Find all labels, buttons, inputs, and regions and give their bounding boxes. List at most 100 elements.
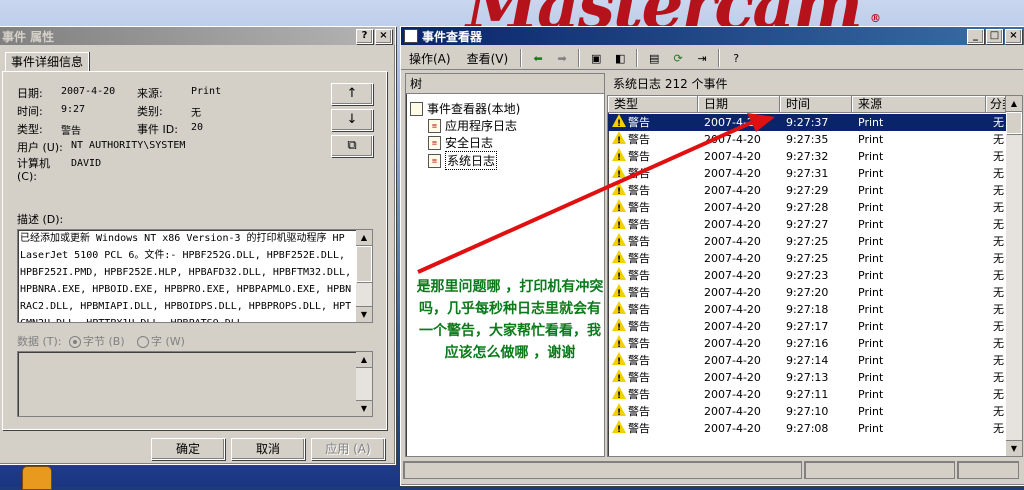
- table-row[interactable]: 警告 2007-4-20 9:27:25 Print 无: [608, 250, 1006, 269]
- table-row[interactable]: 警告 2007-4-20 9:27:17 Print 无: [608, 318, 1006, 337]
- minimize-button[interactable]: _: [967, 28, 984, 44]
- column-header-category[interactable]: 分类: [986, 96, 1006, 113]
- table-row[interactable]: 警告 2007-4-20 9:27:23 Print 无: [608, 267, 1006, 286]
- cell-type: 警告: [628, 269, 650, 282]
- cell-category: 无: [993, 337, 1004, 350]
- cell-type: 警告: [628, 354, 650, 367]
- tree-item-security-log[interactable]: ≡ 安全日志: [428, 134, 493, 151]
- scroll-up-icon[interactable]: ▲: [356, 352, 372, 368]
- cell-time: 9:27:28: [786, 201, 829, 214]
- scroll-down-icon[interactable]: ▼: [356, 306, 372, 322]
- next-event-button[interactable]: ↓: [331, 109, 373, 131]
- up-folder-icon[interactable]: ▣: [586, 48, 606, 68]
- props-titlebar[interactable]: 事件 属性 ? ×: [0, 27, 395, 45]
- cell-source: Print: [858, 269, 884, 282]
- back-icon[interactable]: ⬅: [528, 48, 548, 68]
- status-panel: [403, 461, 803, 479]
- close-button[interactable]: ×: [1005, 28, 1022, 44]
- cell-time: 9:27:31: [786, 167, 829, 180]
- column-header-source[interactable]: 来源: [852, 96, 986, 113]
- cell-type: 警告: [628, 201, 650, 214]
- menu-view[interactable]: 查看(V): [459, 50, 517, 67]
- properties-icon[interactable]: ▤: [644, 48, 664, 68]
- tree-item-system-log[interactable]: ≡ 系统日志: [428, 151, 498, 170]
- log-icon: ≡: [428, 118, 441, 133]
- table-row[interactable]: 警告 2007-4-20 9:27:32 Print 无: [608, 148, 1006, 167]
- warning-icon: [612, 284, 626, 303]
- event-list-scrollbar[interactable]: ▲ ▼: [1006, 96, 1022, 456]
- scroll-up-icon[interactable]: ▲: [1006, 96, 1022, 112]
- table-row[interactable]: 警告 2007-4-20 9:27:14 Print 无: [608, 352, 1006, 371]
- cell-date: 2007-4-20: [704, 150, 761, 163]
- help-button[interactable]: ?: [356, 28, 373, 44]
- export-list-icon[interactable]: ⇥: [692, 48, 712, 68]
- table-row[interactable]: 警告 2007-4-20 9:27:29 Print 无: [608, 182, 1006, 201]
- cell-time: 9:27:32: [786, 150, 829, 163]
- scroll-thumb[interactable]: [1006, 112, 1022, 134]
- desktop-shortcut-icon[interactable]: [22, 466, 52, 490]
- ok-button[interactable]: 确定: [151, 438, 225, 460]
- forward-icon[interactable]: ➡: [552, 48, 572, 68]
- description-textbox[interactable]: 已经添加或更新 Windows NT x86 Version-3 的打印机驱动程…: [17, 229, 373, 323]
- help-icon[interactable]: ?: [726, 48, 746, 68]
- apply-button[interactable]: 应用 (A): [311, 438, 385, 460]
- cell-time: 9:27:17: [786, 320, 829, 333]
- tree-root-node[interactable]: 事件查看器(本地): [410, 100, 520, 117]
- data-scrollbar[interactable]: ▲ ▼: [356, 352, 372, 416]
- table-row[interactable]: 警告 2007-4-20 9:27:11 Print 无: [608, 386, 1006, 405]
- computer-value: DAVID: [71, 158, 102, 169]
- table-row[interactable]: 警告 2007-4-20 9:27:35 Print 无: [608, 131, 1006, 150]
- radio-selected-icon: [69, 336, 81, 348]
- description-scrollbar[interactable]: ▲ ▼: [356, 230, 372, 322]
- column-header-date[interactable]: 日期: [698, 96, 780, 113]
- warning-icon: [612, 318, 626, 337]
- cell-category: 无: [993, 422, 1004, 435]
- column-header-type[interactable]: 类型: [608, 96, 698, 113]
- cell-date: 2007-4-20: [704, 201, 761, 214]
- table-row[interactable]: 警告 2007-4-20 9:27:25 Print 无: [608, 233, 1006, 252]
- cell-time: 9:27:10: [786, 405, 829, 418]
- scroll-thumb[interactable]: [356, 246, 372, 282]
- copy-event-button[interactable]: ⧉: [331, 135, 373, 157]
- data-textbox[interactable]: ▲ ▼: [17, 351, 373, 417]
- table-row[interactable]: 警告 2007-4-20 9:27:16 Print 无: [608, 335, 1006, 354]
- scroll-down-icon[interactable]: ▼: [1006, 440, 1022, 456]
- scroll-up-icon[interactable]: ▲: [356, 230, 372, 246]
- date-label: 日期:: [17, 87, 43, 100]
- warning-icon: [612, 233, 626, 252]
- cancel-button[interactable]: 取消: [231, 438, 305, 460]
- tab-event-details[interactable]: 事件详细信息: [5, 52, 89, 72]
- viewer-titlebar[interactable]: 事件查看器 _ □ ×: [401, 27, 1024, 45]
- table-row[interactable]: 警告 2007-4-20 9:27:08 Print 无: [608, 420, 1006, 439]
- previous-event-button[interactable]: ↑: [331, 83, 373, 105]
- tree-header: 树: [406, 74, 604, 94]
- tree-item-application-log[interactable]: ≡ 应用程序日志: [428, 117, 517, 134]
- cell-time: 9:27:13: [786, 371, 829, 384]
- table-row[interactable]: 警告 2007-4-20 9:27:18 Print 无: [608, 301, 1006, 320]
- cell-category: 无: [993, 150, 1004, 163]
- column-header-time[interactable]: 时间: [780, 96, 852, 113]
- props-title: 事件 属性: [2, 29, 55, 44]
- close-button[interactable]: ×: [375, 28, 392, 44]
- table-row[interactable]: 警告 2007-4-20 9:27:10 Print 无: [608, 403, 1006, 422]
- refresh-icon[interactable]: ⟳: [668, 48, 688, 68]
- cell-date: 2007-4-20: [704, 184, 761, 197]
- table-row[interactable]: 警告 2007-4-20 9:27:13 Print 无: [608, 369, 1006, 388]
- show-hide-tree-icon[interactable]: ◧: [610, 48, 630, 68]
- bytes-radio[interactable]: 字节 (B): [69, 333, 125, 349]
- cell-date: 2007-4-20: [704, 303, 761, 316]
- cell-time: 9:27:25: [786, 235, 829, 248]
- scroll-down-icon[interactable]: ▼: [356, 400, 372, 416]
- table-row[interactable]: 警告 2007-4-20 9:27:27 Print 无: [608, 216, 1006, 235]
- menu-action[interactable]: 操作(A): [401, 50, 459, 67]
- maximize-button[interactable]: □: [986, 28, 1003, 44]
- cell-time: 9:27:23: [786, 269, 829, 282]
- words-radio[interactable]: 字 (W): [137, 333, 185, 349]
- table-row[interactable]: 警告 2007-4-20 9:27:20 Print 无: [608, 284, 1006, 303]
- description-label: 描述 (D):: [17, 213, 64, 226]
- table-row[interactable]: 警告 2007-4-20 9:27:37 Print 无: [608, 114, 1006, 133]
- cell-source: Print: [858, 320, 884, 333]
- toolbar-separator: [520, 49, 523, 67]
- table-row[interactable]: 警告 2007-4-20 9:27:28 Print 无: [608, 199, 1006, 218]
- table-row[interactable]: 警告 2007-4-20 9:27:31 Print 无: [608, 165, 1006, 184]
